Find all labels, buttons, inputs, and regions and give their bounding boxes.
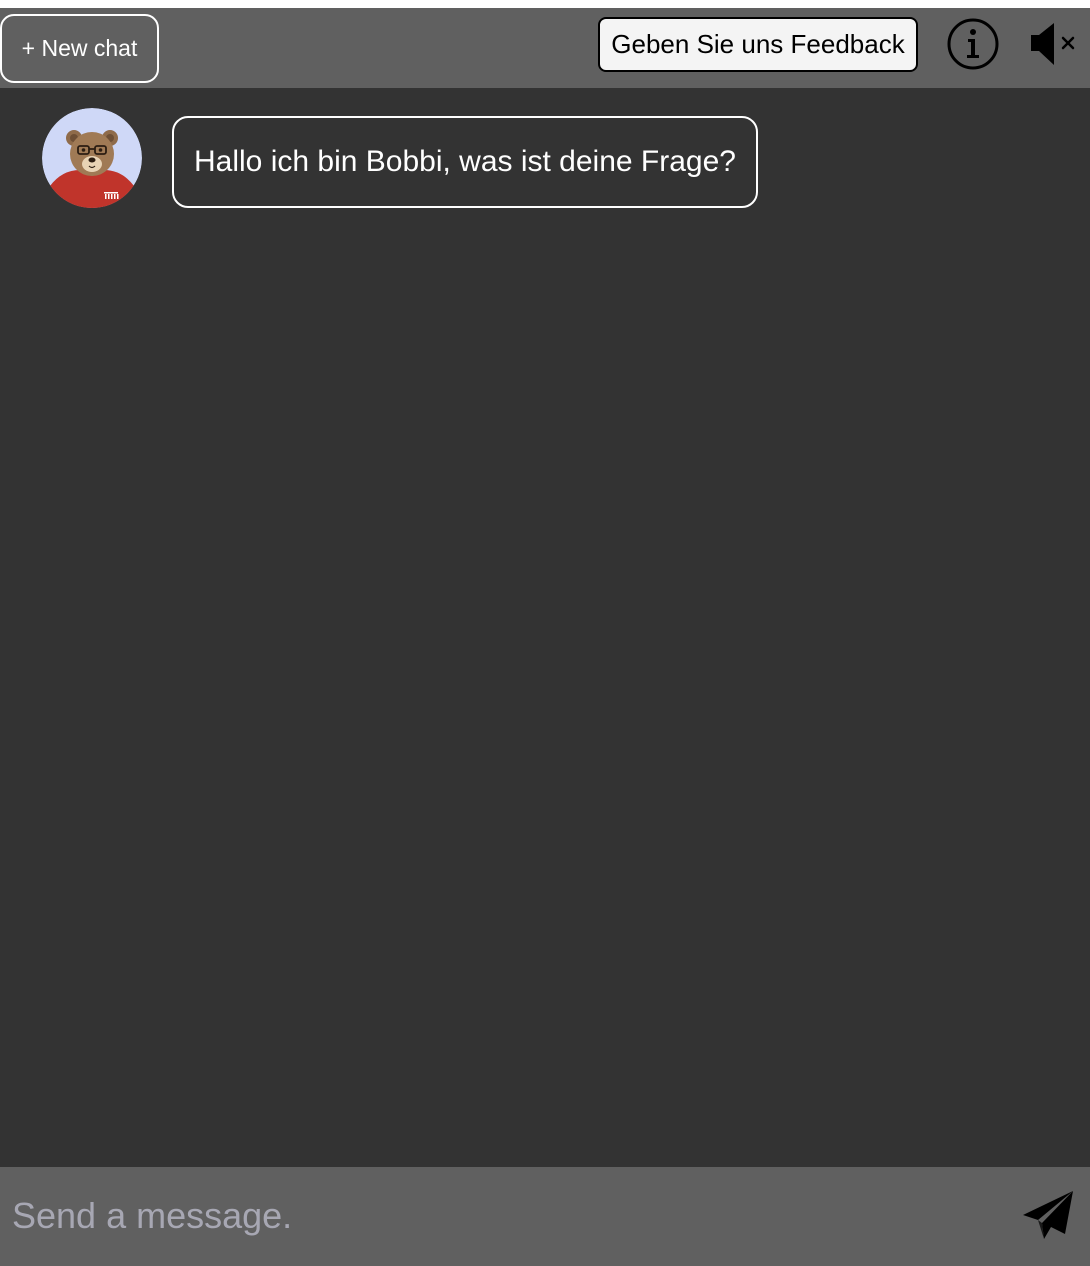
chat-app: + New chat Geben Sie uns Feedback Hallo … [0, 8, 1090, 1266]
paper-plane-icon [1023, 1191, 1073, 1239]
info-button[interactable] [946, 17, 1000, 71]
bear-avatar [42, 108, 142, 208]
bot-message: Hallo ich bin Bobbi, was ist deine Frage… [42, 108, 758, 208]
feedback-button[interactable]: Geben Sie uns Feedback [598, 17, 918, 72]
send-button[interactable] [1018, 1187, 1078, 1243]
message-bubble: Hallo ich bin Bobbi, was ist deine Frage… [172, 116, 758, 208]
speaker-muted-icon [1031, 23, 1075, 65]
top-bar: + New chat Geben Sie uns Feedback [0, 8, 1090, 88]
message-input[interactable] [12, 1185, 992, 1247]
message-composer [0, 1167, 1090, 1266]
new-chat-button[interactable]: + New chat [0, 14, 159, 83]
info-icon [947, 18, 999, 70]
mute-button[interactable] [1024, 18, 1080, 70]
